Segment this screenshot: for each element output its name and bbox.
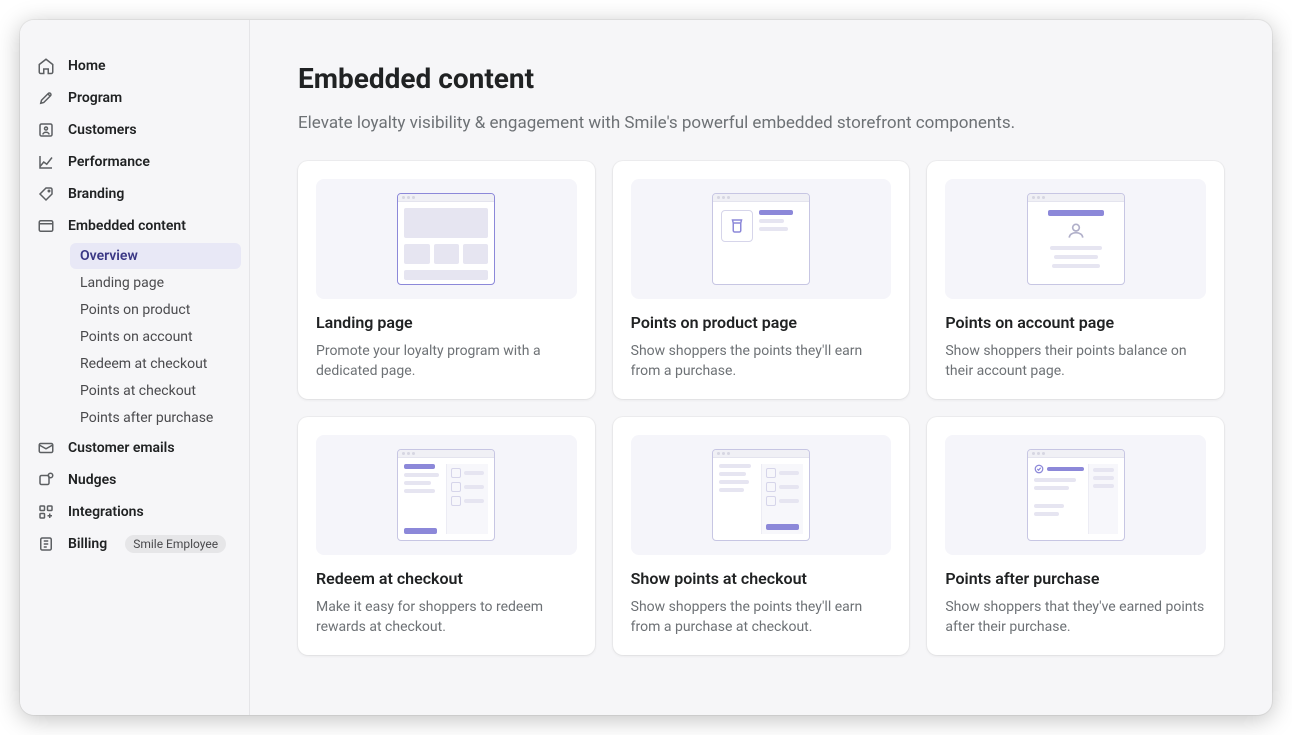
sidebar-item-program[interactable]: Program <box>28 82 241 114</box>
billing-icon <box>36 534 56 554</box>
nav-label: Billing <box>68 536 107 552</box>
page-subtitle: Elevate loyalty visibility & engagement … <box>298 113 1224 133</box>
card-title: Points on product page <box>631 313 892 332</box>
sidebar-item-home[interactable]: Home <box>28 50 241 82</box>
mail-icon <box>36 438 56 458</box>
card-desc: Promote your loyalty program with a dedi… <box>316 342 577 381</box>
sidebar-item-billing[interactable]: Billing Smile Employee <box>28 528 241 560</box>
layout-icon <box>36 216 56 236</box>
card-desc: Make it easy for shoppers to redeem rewa… <box>316 598 577 637</box>
nav-label: Program <box>68 90 122 106</box>
card-title: Landing page <box>316 313 577 332</box>
subnav-points-on-account[interactable]: Points on account <box>70 324 241 350</box>
card-illustration <box>316 179 577 299</box>
home-icon <box>36 56 56 76</box>
sidebar: Home Program Customers Performance <box>20 20 250 715</box>
sidebar-item-integrations[interactable]: Integrations <box>28 496 241 528</box>
integrations-icon <box>36 502 56 522</box>
rocket-icon <box>36 88 56 108</box>
card-landing-page[interactable]: Landing page Promote your loyalty progra… <box>298 161 595 399</box>
card-desc: Show shoppers their points balance on th… <box>945 342 1206 381</box>
card-desc: Show shoppers the points they'll earn fr… <box>631 342 892 381</box>
nav-label: Integrations <box>68 504 144 520</box>
nav-label: Customer emails <box>68 440 175 456</box>
subnav-redeem-at-checkout[interactable]: Redeem at checkout <box>70 351 241 377</box>
card-illustration <box>945 435 1206 555</box>
nav-label: Embedded content <box>68 218 186 234</box>
subnav-points-at-checkout[interactable]: Points at checkout <box>70 378 241 404</box>
card-redeem-at-checkout[interactable]: Redeem at checkout Make it easy for shop… <box>298 417 595 655</box>
main-content: Embedded content Elevate loyalty visibil… <box>250 20 1272 715</box>
card-illustration <box>945 179 1206 299</box>
cards-grid: Landing page Promote your loyalty progra… <box>298 161 1224 655</box>
sidebar-item-performance[interactable]: Performance <box>28 146 241 178</box>
nav-label: Home <box>68 58 106 74</box>
subnav-points-after-purchase[interactable]: Points after purchase <box>70 405 241 431</box>
customers-icon <box>36 120 56 140</box>
embedded-subnav: Overview Landing page Points on product … <box>70 243 241 431</box>
card-show-points-at-checkout[interactable]: Show points at checkout Show shoppers th… <box>613 417 910 655</box>
card-illustration <box>316 435 577 555</box>
card-illustration <box>631 179 892 299</box>
card-title: Show points at checkout <box>631 569 892 588</box>
card-title: Points after purchase <box>945 569 1206 588</box>
sidebar-item-branding[interactable]: Branding <box>28 178 241 210</box>
sidebar-item-customer-emails[interactable]: Customer emails <box>28 432 241 464</box>
page-title: Embedded content <box>298 62 1224 95</box>
sidebar-item-nudges[interactable]: Nudges <box>28 464 241 496</box>
billing-badge: Smile Employee <box>125 535 226 553</box>
tag-icon <box>36 184 56 204</box>
nav-label: Performance <box>68 154 150 170</box>
sidebar-item-customers[interactable]: Customers <box>28 114 241 146</box>
subnav-overview[interactable]: Overview <box>70 243 241 269</box>
sidebar-item-embedded-content[interactable]: Embedded content <box>28 210 241 242</box>
chart-icon <box>36 152 56 172</box>
subnav-landing-page[interactable]: Landing page <box>70 270 241 296</box>
card-points-after-purchase[interactable]: Points after purchase Show shoppers that… <box>927 417 1224 655</box>
card-desc: Show shoppers that they've earned points… <box>945 598 1206 637</box>
subnav-points-on-product[interactable]: Points on product <box>70 297 241 323</box>
nav-label: Branding <box>68 186 124 202</box>
card-illustration <box>631 435 892 555</box>
nudge-icon <box>36 470 56 490</box>
card-desc: Show shoppers the points they'll earn fr… <box>631 598 892 637</box>
nav-label: Nudges <box>68 472 116 488</box>
card-points-on-account[interactable]: Points on account page Show shoppers the… <box>927 161 1224 399</box>
nav-label: Customers <box>68 122 137 138</box>
card-points-on-product[interactable]: Points on product page Show shoppers the… <box>613 161 910 399</box>
card-title: Points on account page <box>945 313 1206 332</box>
card-title: Redeem at checkout <box>316 569 577 588</box>
